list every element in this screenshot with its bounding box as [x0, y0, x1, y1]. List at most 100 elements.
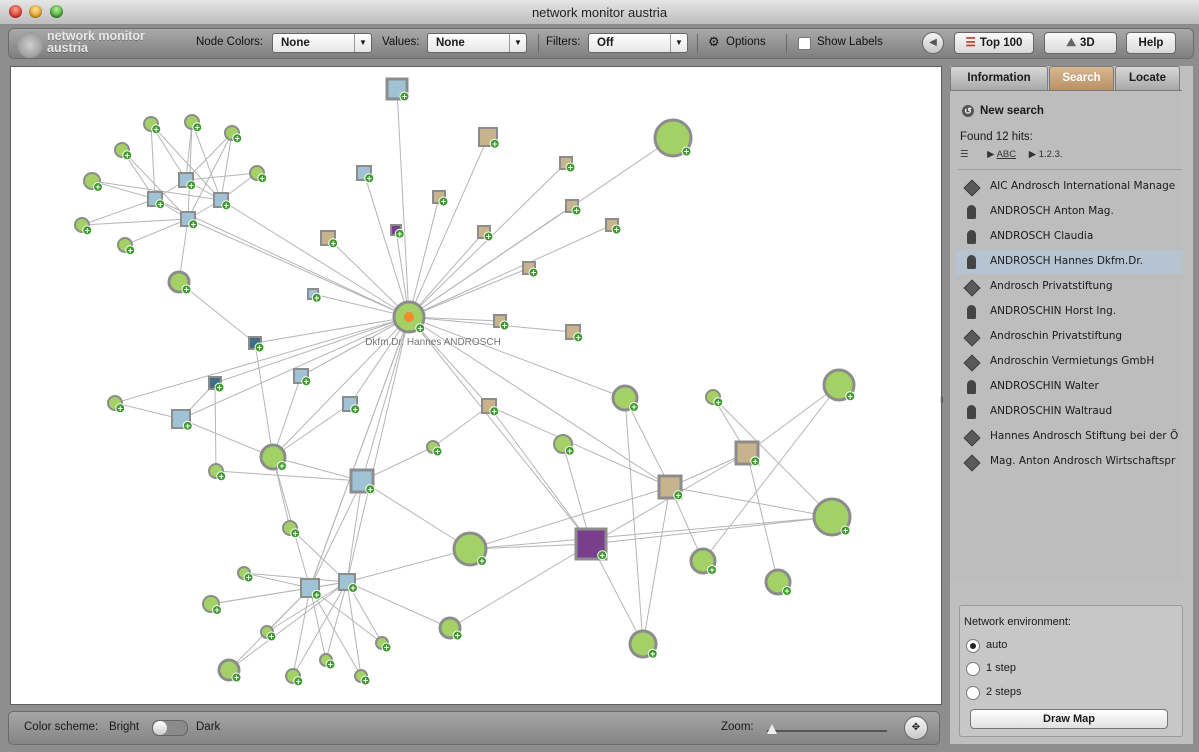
graph-node-organization[interactable]: + — [293, 368, 312, 387]
graph-node-person[interactable]: + — [438, 616, 463, 641]
graph-node-person[interactable]: + — [224, 125, 243, 144]
graph-node-person[interactable]: + — [611, 384, 639, 412]
graph-node-person[interactable]: + — [553, 434, 575, 456]
toggle-knob[interactable] — [153, 721, 167, 735]
graph-node-person[interactable]: + — [184, 114, 203, 133]
graph-node-person[interactable]: + — [167, 270, 192, 295]
graph-node-organization[interactable]: + — [342, 396, 361, 415]
show-labels-checkbox[interactable] — [798, 37, 811, 50]
draw-map-button[interactable]: Draw Map — [970, 709, 1168, 729]
graph-node-organization[interactable]: + — [605, 218, 622, 235]
graph-node-person[interactable]: + — [117, 237, 136, 256]
node-colors-select[interactable]: None ▼ — [272, 33, 372, 53]
graph-node-organization[interactable]: + — [432, 190, 449, 207]
back-button[interactable]: ◀ — [922, 32, 944, 54]
graph-node-person[interactable]: + — [354, 669, 371, 686]
graph-node-person[interactable]: + — [689, 547, 717, 575]
graph-node-person[interactable]: + — [812, 497, 852, 537]
search-result-item[interactable]: Androschin Privatstiftung — [956, 325, 1182, 349]
graph-node-organization[interactable]: + — [338, 573, 358, 593]
search-result-item[interactable]: ANDROSCHIN Horst Ing. — [956, 300, 1182, 324]
top100-button[interactable]: ☰ Top 100 — [954, 32, 1034, 54]
graph-node-organization[interactable]: + — [147, 191, 166, 210]
zoom-slider[interactable] — [767, 724, 887, 734]
search-result-item[interactable]: ANDROSCH Anton Mag. — [956, 200, 1182, 224]
options-button[interactable]: Options — [726, 36, 766, 48]
graph-node-organization[interactable]: + — [385, 77, 410, 102]
graph-node-person[interactable]: + — [83, 172, 103, 192]
graph-node-organization[interactable]: + — [248, 336, 265, 353]
tab-information[interactable]: Information — [950, 66, 1048, 90]
graph-node-organization[interactable]: + — [213, 192, 232, 211]
search-result-item[interactable]: ANDROSCH Hannes Dkfm.Dr. — [956, 250, 1182, 274]
list-view-icon[interactable]: ☰ — [960, 149, 969, 160]
graph-node-center[interactable]: + — [392, 300, 426, 334]
color-scheme-toggle[interactable] — [152, 720, 188, 736]
env-auto-radio[interactable] — [966, 639, 980, 653]
filters-select[interactable]: Off ▼ — [588, 33, 688, 53]
graph-node-person[interactable]: + — [285, 668, 304, 687]
graph-node-organization[interactable]: + — [657, 474, 684, 501]
graph-node-organization[interactable]: + — [171, 409, 193, 431]
graph-node-person[interactable]: + — [249, 165, 268, 184]
graph-node-organization[interactable]: + — [481, 398, 500, 417]
sort-abc-button[interactable]: ▶ ABC — [987, 149, 1016, 160]
graph-node-organization[interactable]: + — [307, 288, 322, 303]
graph-node-organization[interactable]: + — [559, 156, 576, 173]
graph-node-person[interactable]: + — [764, 568, 792, 596]
graph-node-person[interactable]: + — [217, 658, 242, 683]
graph-node-person[interactable]: + — [705, 389, 724, 408]
graph-node-organization[interactable]: + — [493, 314, 510, 331]
graph-node-organization[interactable]: + — [356, 165, 375, 184]
graph-node-organization[interactable]: + — [565, 324, 584, 343]
graph-node-person[interactable]: + — [452, 531, 488, 567]
gear-icon[interactable]: ⚙ — [708, 34, 720, 50]
graph-node-organization[interactable]: + — [178, 172, 197, 191]
env-2steps-radio[interactable] — [966, 686, 980, 700]
splitter-handle[interactable]: ‖ — [940, 395, 946, 411]
graph-node-person[interactable]: + — [375, 636, 392, 653]
tab-search[interactable]: Search — [1049, 66, 1114, 90]
search-result-item[interactable]: ANDROSCHIN Waltraud — [956, 400, 1182, 424]
graph-node-person[interactable]: + — [822, 368, 856, 402]
graph-node-person[interactable]: + — [107, 395, 126, 414]
network-graph[interactable]: + + + + + + + + + + + + + + + + + + + + + + + + + + + + + + + + + + + + + + + +… — [11, 67, 941, 704]
3d-button[interactable]: ⛰ 3D — [1044, 32, 1117, 54]
graph-node-person[interactable]: + — [426, 440, 443, 457]
search-result-item[interactable]: ANDROSCH Claudia — [956, 225, 1182, 249]
graph-node-person[interactable]: + — [202, 595, 222, 615]
search-result-item[interactable]: Androschin Vermietungs GmbH — [956, 350, 1182, 374]
graph-node-person[interactable]: + — [628, 629, 658, 659]
graph-node-person[interactable]: + — [259, 443, 287, 471]
network-graph-canvas[interactable]: + + + + + + + + + + + + + + + + + + + + + + + + + + + + + + + + + + + + + + + +… — [10, 66, 942, 705]
search-result-item[interactable]: Hannes Androsch Stiftung bei der Ö — [956, 425, 1182, 449]
graph-node-organization[interactable]: + — [565, 199, 582, 216]
help-button[interactable]: Help — [1126, 32, 1176, 54]
graph-node-person[interactable]: + — [319, 653, 336, 670]
graph-node-organization[interactable]: + — [320, 230, 339, 249]
zoom-slider-thumb[interactable] — [767, 724, 777, 734]
search-result-item[interactable]: Androsch Privatstiftung — [956, 275, 1182, 299]
graph-node-person[interactable]: + — [143, 116, 162, 135]
graph-node-organization[interactable]: + — [522, 261, 539, 278]
graph-node-organization[interactable]: + — [574, 527, 608, 561]
graph-node-organization[interactable]: + — [734, 440, 761, 467]
graph-node-organization[interactable]: + — [477, 225, 494, 242]
graph-node-person[interactable]: + — [653, 118, 693, 158]
graph-node-person[interactable]: + — [208, 463, 227, 482]
env-1step-radio[interactable] — [966, 662, 980, 676]
sort-num-button[interactable]: ▶ 1.2.3. — [1029, 149, 1063, 160]
graph-node-organization[interactable]: + — [349, 468, 376, 495]
new-search-button[interactable]: ↺ New search — [962, 105, 1044, 117]
search-result-item[interactable]: AIC Androsch International Manage — [956, 175, 1182, 199]
graph-node-person[interactable]: + — [114, 142, 133, 161]
graph-node-organization[interactable]: + — [208, 376, 225, 393]
graph-node-person[interactable]: + — [74, 217, 93, 236]
pan-navigation-button[interactable]: ✥ — [904, 716, 928, 740]
values-select[interactable]: None ▼ — [427, 33, 527, 53]
graph-node-organization[interactable]: + — [478, 127, 500, 149]
tab-locate[interactable]: Locate — [1115, 66, 1180, 90]
search-result-item[interactable]: Mag. Anton Androsch Wirtschaftspr — [956, 450, 1182, 474]
search-result-item[interactable]: ANDROSCHIN Walter — [956, 375, 1182, 399]
graph-node-person[interactable]: + — [282, 520, 301, 539]
